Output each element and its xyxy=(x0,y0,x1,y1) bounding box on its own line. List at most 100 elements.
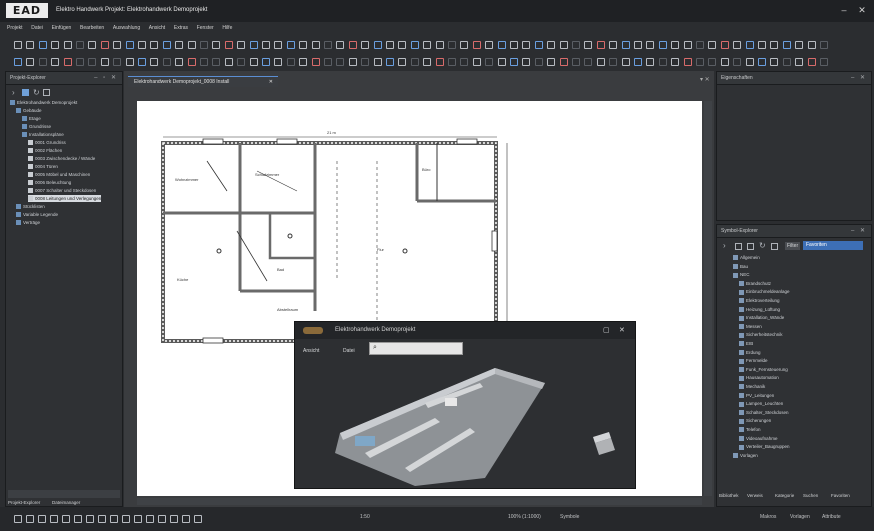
toolbar-button-icon[interactable] xyxy=(187,41,196,49)
toolbar-button-icon[interactable] xyxy=(621,58,630,66)
symbol-tree-item[interactable]: Funk_Fernsteuerung xyxy=(739,366,788,373)
toolbar-button-icon[interactable] xyxy=(249,58,258,66)
menu-fenster[interactable]: Fenster xyxy=(197,22,214,35)
toolbar-button-icon[interactable] xyxy=(758,58,766,66)
symbol-tree-item[interactable]: Schalter_Steckdosen xyxy=(739,409,789,416)
toolbar-button-icon[interactable] xyxy=(671,58,680,66)
toolbar-button-icon[interactable] xyxy=(200,58,208,66)
symbol-tree-item[interactable]: Heizung_Lüftung xyxy=(739,306,780,313)
tab-symbol-explorer[interactable]: Kategorie xyxy=(775,493,794,498)
tab-dateimanager[interactable]: Dateimanager xyxy=(52,500,80,505)
toolbar-button-icon[interactable] xyxy=(162,58,171,66)
project-tree-item[interactable]: 0007 Schalter und Steckdosen xyxy=(28,187,96,194)
toolbar-button-icon[interactable] xyxy=(125,58,134,66)
toolbar-button-icon[interactable] xyxy=(448,41,456,49)
toolbar-button-icon[interactable] xyxy=(51,58,60,66)
toolbar-button-icon[interactable] xyxy=(88,58,97,66)
status-tool-icon[interactable] xyxy=(110,515,118,523)
toolbar-button-icon[interactable] xyxy=(410,58,419,66)
project-explorer-scrollbar[interactable] xyxy=(8,490,120,498)
symbol-tree-item[interactable]: Verteiler_Baugruppen xyxy=(739,443,790,450)
document-vscrollbar[interactable] xyxy=(704,101,712,496)
toolbar-button-icon[interactable] xyxy=(237,58,246,66)
menu-auswahlung[interactable]: Auswahlung xyxy=(113,22,140,35)
symbol-tree-item[interactable]: Erdung xyxy=(739,349,761,356)
tab-project-explorer[interactable]: Projekt-Explorer xyxy=(8,500,40,505)
toolbar-button-icon[interactable] xyxy=(274,58,283,66)
toolbar-button-icon[interactable] xyxy=(572,41,580,49)
symbol-tree-item[interactable]: Sicherheitstechnik xyxy=(739,331,783,338)
toolbar-button-icon[interactable] xyxy=(547,58,556,66)
status-tool-icon[interactable] xyxy=(158,515,166,523)
toolbar-button-icon[interactable] xyxy=(423,41,432,49)
tab-symbol-explorer[interactable]: Verweis xyxy=(747,493,763,498)
panel-controls[interactable]: – ✕ xyxy=(851,72,867,84)
menu-hilfe[interactable]: Hilfe xyxy=(222,22,232,35)
viewer-search-input[interactable]: ⌕ xyxy=(369,342,463,355)
toolbar-button-icon[interactable] xyxy=(596,41,605,49)
tab-symbol-explorer[interactable]: Suchen xyxy=(803,493,818,498)
symbol-tree-item[interactable]: Brandschutz xyxy=(739,280,771,287)
toolbar-button-icon[interactable] xyxy=(361,58,370,66)
project-tree-item[interactable]: Grundrisse xyxy=(22,123,51,130)
toolbar-button-icon[interactable] xyxy=(125,41,134,49)
toolbar-button-icon[interactable] xyxy=(807,58,816,66)
status-tool-icon[interactable] xyxy=(134,515,142,523)
menu-bearbeiten[interactable]: Bearbeiten xyxy=(80,22,104,35)
toolbar-button-icon[interactable] xyxy=(435,41,444,49)
menu-projekt[interactable]: Projekt xyxy=(7,22,23,35)
toolbar-button-icon[interactable] xyxy=(534,41,543,49)
symbol-tree-item[interactable]: Telefon xyxy=(739,426,761,433)
symbol-tree-item[interactable]: PV_Leitungen xyxy=(739,392,774,399)
symbol-tree-item[interactable]: Installation_Wände xyxy=(739,314,784,321)
toolbar-button-icon[interactable] xyxy=(696,58,704,66)
toolbar-button-icon[interactable] xyxy=(100,58,109,66)
project-tree-item[interactable]: 0002 Flächen xyxy=(28,147,62,154)
document-hscrollbar[interactable] xyxy=(137,498,702,505)
toolbar-button-icon[interactable] xyxy=(262,41,270,49)
toolbar-button-icon[interactable] xyxy=(324,41,332,49)
toolbar-button-icon[interactable] xyxy=(497,58,506,66)
toolbar-button-icon[interactable] xyxy=(274,41,283,49)
toolbar-button-icon[interactable] xyxy=(609,58,618,66)
toolbar-button-icon[interactable] xyxy=(609,41,618,49)
symbol-tree-item[interactable]: EIB xyxy=(739,340,753,347)
project-tree-item[interactable]: 0006 Beleuchtung xyxy=(28,179,71,186)
3d-model-view[interactable] xyxy=(295,358,635,488)
document-controls[interactable]: ▾ ✕ xyxy=(700,76,710,83)
toolbar-button-icon[interactable] xyxy=(634,41,642,49)
toolbar-button-icon[interactable] xyxy=(311,58,320,66)
toolbar-button-icon[interactable] xyxy=(88,41,97,49)
panel-controls[interactable]: – ▫ ✕ xyxy=(94,72,118,84)
symbol-tree-item[interactable]: Vorlagen xyxy=(733,452,758,459)
project-tree-item[interactable]: Etage xyxy=(22,115,41,122)
view-icon[interactable] xyxy=(771,243,778,250)
status-field[interactable]: Attribute xyxy=(822,514,841,520)
toolbar-button-icon[interactable] xyxy=(76,41,84,49)
status-tool-icon[interactable] xyxy=(86,515,94,523)
tab-close-icon[interactable]: ✕ xyxy=(269,77,273,88)
toolbar-button-icon[interactable] xyxy=(770,58,779,66)
toolbar-button-icon[interactable] xyxy=(782,58,791,66)
toolbar-button-icon[interactable] xyxy=(658,58,667,66)
status-tool-icon[interactable] xyxy=(122,515,130,523)
toolbar-button-icon[interactable] xyxy=(448,58,456,66)
toolbar-button-icon[interactable] xyxy=(100,41,109,49)
symbol-tree-item[interactable]: Einbruchmeldeanlage xyxy=(739,288,790,295)
toolbar-button-icon[interactable] xyxy=(212,41,221,49)
menu-extras[interactable]: Extras xyxy=(174,22,188,35)
status-tool-icon[interactable] xyxy=(14,515,22,523)
toolbar-button-icon[interactable] xyxy=(76,58,84,66)
toolbar-button-icon[interactable] xyxy=(820,58,828,66)
toolbar-button-icon[interactable] xyxy=(634,58,642,66)
toolbar-button-icon[interactable] xyxy=(336,58,345,66)
status-scale[interactable]: 1:50 xyxy=(360,514,370,520)
toolbar-button-icon[interactable] xyxy=(782,41,791,49)
toolbar-button-icon[interactable] xyxy=(460,58,469,66)
view-icon[interactable] xyxy=(43,89,50,96)
toolbar-button-icon[interactable] xyxy=(423,58,432,66)
symbol-tree-item[interactable]: Mechanik xyxy=(739,383,765,390)
filter-dropdown[interactable]: Favoriten xyxy=(803,241,863,250)
toolbar-button-icon[interactable] xyxy=(336,41,345,49)
status-tool-icon[interactable] xyxy=(62,515,70,523)
